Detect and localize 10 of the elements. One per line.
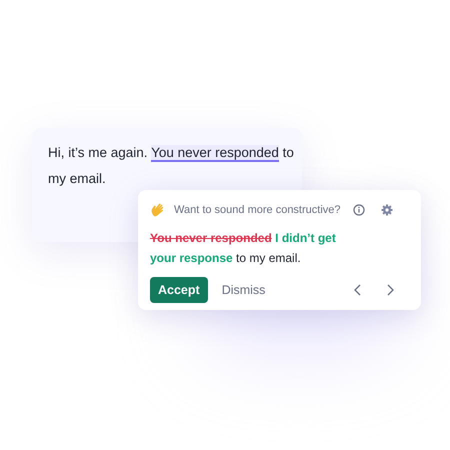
info-icon[interactable]: [353, 204, 365, 216]
previous-icon[interactable]: [353, 284, 363, 296]
editor-text: Hi, it’s me again. You never responded to my email.: [48, 144, 295, 188]
waving-hand-icon: [150, 202, 166, 218]
dismiss-button[interactable]: Dismiss: [218, 277, 270, 303]
accept-button[interactable]: Accept: [150, 277, 208, 303]
next-icon[interactable]: [385, 284, 395, 296]
settings-icon[interactable]: [381, 204, 393, 216]
suggestion-prompt: Want to sound more constructive?: [174, 202, 341, 218]
suggestion-text: You never responded I didn’t get your response to my email.: [150, 230, 337, 267]
